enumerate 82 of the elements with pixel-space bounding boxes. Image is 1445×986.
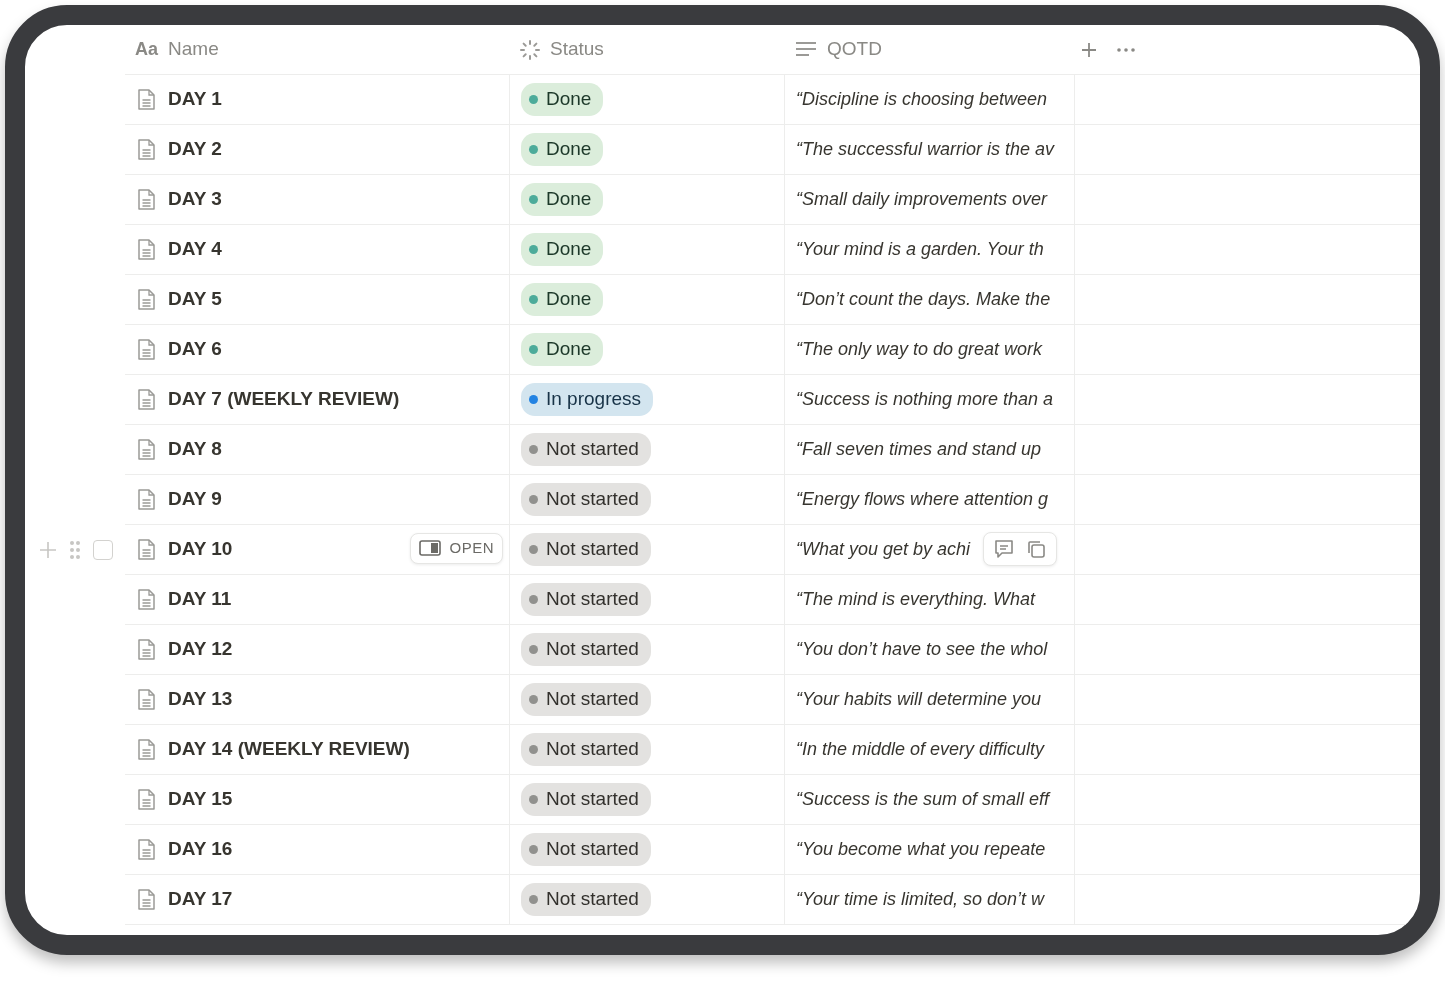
drag-handle-icon[interactable] [69,540,81,560]
page-icon [137,139,156,160]
open-button[interactable]: OPEN [410,533,503,564]
text-lines-icon [795,40,817,59]
status-tag[interactable]: Not started [521,633,651,666]
column-header[interactable]: Name [168,35,219,64]
quote-text: “Your time is limited, so don’t w [796,888,1045,911]
status-tag[interactable]: Done [521,133,604,166]
quote-text: “Discipline is choosing between [796,88,1048,111]
status-tag[interactable]: Not started [521,833,651,866]
row-title[interactable]: DAY 2 [168,135,222,164]
page-icon [137,289,156,310]
quote-text: “Your mind is a garden. Your th [796,238,1044,261]
quote-text: “You don’t have to see the whol [796,638,1048,661]
status-tag[interactable]: Not started [521,483,651,516]
row-title[interactable]: DAY 3 [168,185,222,214]
page-icon [137,839,156,860]
status-tag[interactable]: Done [521,283,604,316]
row-title[interactable]: DAY 11 [168,585,232,614]
row-title[interactable]: DAY 15 [168,785,233,814]
quote-text: “What you get by achi [796,538,971,561]
quote-text: “Energy flows where attention g [796,488,1049,511]
row-title[interactable]: DAY 8 [168,435,222,464]
row-title[interactable]: DAY 5 [168,285,222,314]
row-title[interactable]: DAY 14 (WEEKLY REVIEW) [168,735,410,764]
page-icon [137,789,156,810]
add-icon[interactable] [1081,41,1097,58]
page-icon [137,89,156,110]
status-tag[interactable]: Done [521,333,604,366]
side-panel-icon [419,540,442,557]
quote-text: “Success is the sum of small eff [796,788,1050,811]
page-icon [137,639,156,660]
status-tag[interactable]: Not started [521,533,651,566]
row-title[interactable]: DAY 4 [168,235,222,264]
row-title[interactable]: DAY 12 [168,635,233,664]
status-tag[interactable]: Not started [521,583,651,616]
row-title[interactable]: DAY 13 [168,685,233,714]
page-icon [137,389,156,410]
status-tag[interactable]: Not started [521,733,651,766]
row-title[interactable]: DAY 10 [168,535,233,564]
row-title[interactable]: DAY 17 [168,885,233,914]
comment-icon[interactable] [994,539,1014,559]
page-icon [137,439,156,460]
status-tag[interactable]: Not started [521,883,651,916]
quote-text: “Don’t count the days. Make the [796,288,1051,311]
quote-text: “In the middle of every difficulty [796,738,1045,761]
row-title[interactable]: DAY 9 [168,485,222,514]
page-icon [137,489,156,510]
column-header[interactable]: Status [550,35,604,64]
page-icon [137,539,156,560]
page-icon [137,239,156,260]
column-header[interactable]: QOTD [827,35,882,64]
row-title[interactable]: DAY 6 [168,335,222,364]
row-checkbox[interactable] [93,540,113,560]
copy-icon[interactable] [1026,539,1046,559]
quote-text: “You become what you repeate [796,838,1046,861]
status-tag[interactable]: Not started [521,783,651,816]
status-tag[interactable]: Not started [521,433,651,466]
status-tag[interactable]: Done [521,233,604,266]
status-tag[interactable]: Not started [521,683,651,716]
status-tag[interactable]: Done [521,83,604,116]
quote-text: “Your habits will determine you [796,688,1042,711]
quote-text: “Small daily improvements over [796,188,1048,211]
page-icon [137,689,156,710]
page-icon [137,189,156,210]
page-icon [137,889,156,910]
quote-text: “The mind is everything. What [796,588,1036,611]
quote-text: “The only way to do great work [796,338,1043,361]
quote-text: “The successful warrior is the av [796,138,1055,161]
quote-text: “Fall seven times and stand up [796,438,1042,461]
loader-icon [520,39,540,60]
row-title[interactable]: DAY 7 (WEEKLY REVIEW) [168,385,400,414]
row-title[interactable]: DAY 16 [168,835,233,864]
text-type-icon: Aa [135,36,158,63]
row-title[interactable]: DAY 1 [168,85,222,114]
page-icon [137,339,156,360]
page-icon [137,589,156,610]
quote-text: “Success is nothing more than a [796,388,1054,411]
status-tag[interactable]: In progress [521,383,654,416]
page-icon [137,739,156,760]
status-tag[interactable]: Done [521,183,604,216]
more-icon[interactable] [1117,47,1135,52]
